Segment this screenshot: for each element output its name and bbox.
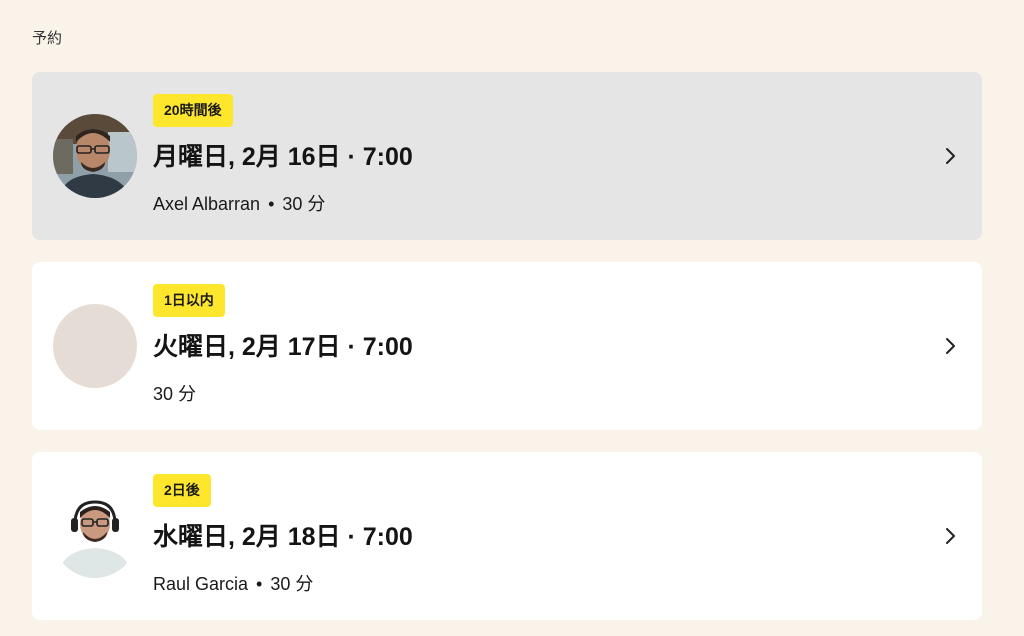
- chevron-right-icon[interactable]: [942, 525, 958, 547]
- chevron-right-icon[interactable]: [942, 145, 958, 167]
- time-until-badge: 20時間後: [153, 94, 233, 127]
- appointments-page: 予約 20時間後 月曜日, 2月 16日 · 7:00 Axel Albarra…: [0, 0, 1024, 636]
- avatar: [53, 494, 137, 578]
- appointment-card[interactable]: 1日以内 火曜日, 2月 17日 · 7:00 30 分: [32, 262, 982, 430]
- separator: •: [268, 194, 275, 214]
- avatar-placeholder: [53, 304, 137, 388]
- appointment-meta: Axel Albarran • 30 分: [153, 192, 325, 216]
- appointment-meta: 30 分: [153, 382, 196, 406]
- appointment-datetime: 月曜日, 2月 16日 · 7:00: [153, 143, 413, 171]
- duration: 30 分: [153, 384, 197, 404]
- chevron-right-icon[interactable]: [942, 335, 958, 357]
- duration: 30 分: [282, 194, 326, 214]
- time-until-badge: 2日後: [153, 474, 211, 507]
- person-name: Raul Garcia: [153, 574, 249, 594]
- appointment-datetime: 水曜日, 2月 18日 · 7:00: [153, 523, 413, 551]
- avatar: [53, 114, 137, 198]
- section-title: 予約: [32, 30, 63, 47]
- person-name: Axel Albarran: [153, 194, 261, 214]
- appointment-card[interactable]: 2日後 水曜日, 2月 18日 · 7:00 Raul Garcia • 30 分: [32, 452, 982, 620]
- appointment-meta: Raul Garcia • 30 分: [153, 572, 313, 596]
- appointment-datetime: 火曜日, 2月 17日 · 7:00: [153, 333, 413, 361]
- duration: 30 分: [270, 574, 314, 594]
- separator: •: [256, 574, 263, 594]
- time-until-badge: 1日以内: [153, 284, 225, 317]
- appointment-card[interactable]: 20時間後 月曜日, 2月 16日 · 7:00 Axel Albarran • 3…: [32, 72, 982, 240]
